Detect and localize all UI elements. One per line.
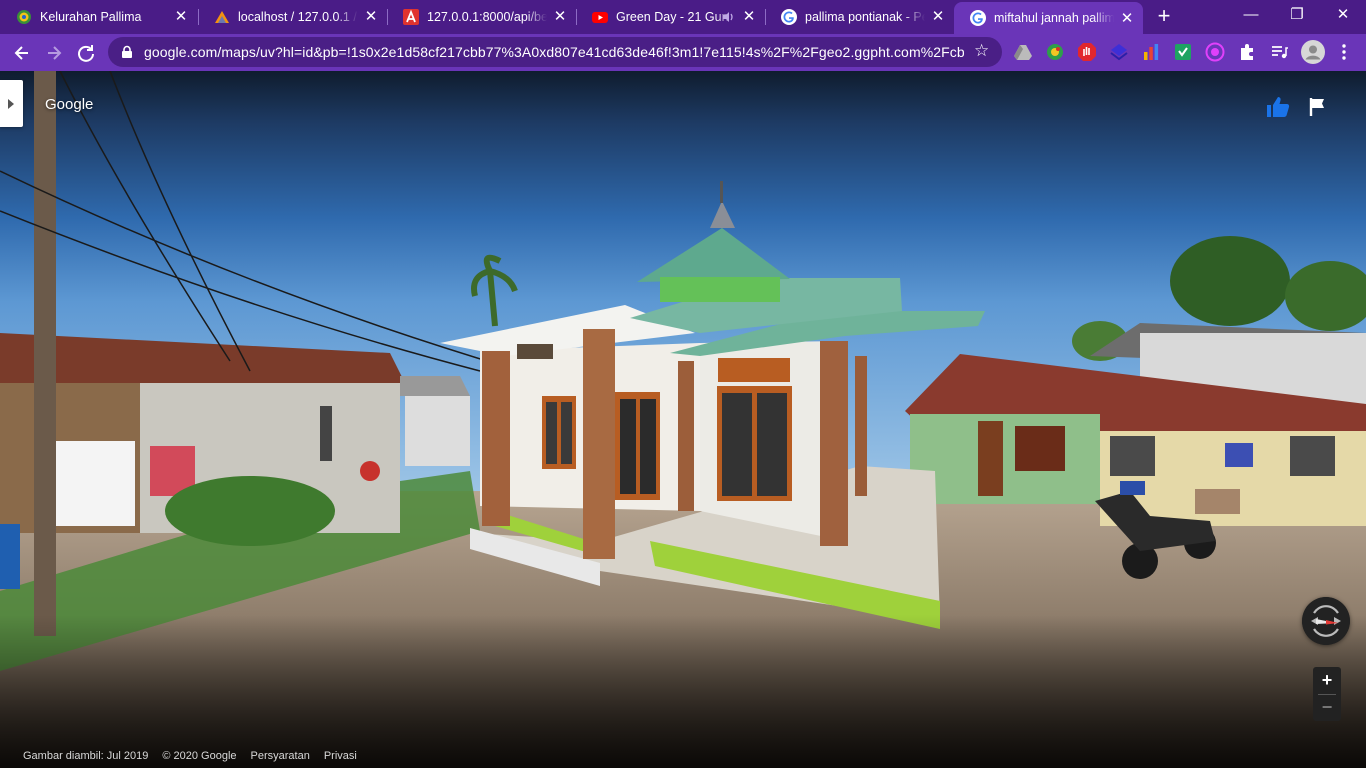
capture-date-text: Gambar diambil: Jul 2019 [23,749,149,762]
lock-icon[interactable] [120,45,134,59]
street-view-panorama[interactable]: Google + − Gambar diambil: Jul 2019 © 20… [0,71,1366,768]
google-favicon-icon [781,9,797,25]
zoom-divider [1318,694,1336,695]
google-drive-extension-icon[interactable] [1013,42,1033,62]
kelurahan-favicon-icon [17,10,31,24]
new-tab-button[interactable]: + [1152,5,1176,29]
tab-close-icon[interactable]: ✕ [930,9,946,25]
stack-extension-icon[interactable] [1109,42,1129,62]
profile-avatar[interactable] [1301,40,1325,64]
globe-extension-icon[interactable] [1045,42,1065,62]
report-flag-icon[interactable] [1308,97,1328,117]
vignette [0,71,1366,768]
attribution-bar: Gambar diambil: Jul 2019 © 2020 Google P… [0,743,1366,768]
reload-button[interactable] [72,39,100,67]
youtube-favicon-icon [592,12,608,23]
tab-title: pallima pontianak - Pen [805,10,925,24]
tab-title: Green Day - 21 Gun [616,10,729,24]
zoom-controls: + − [1313,667,1341,721]
tab-close-icon[interactable]: ✕ [552,9,568,25]
adblock-extension-icon[interactable] [1077,42,1097,62]
phpmyadmin-favicon-icon [215,11,229,23]
zoom-out-button[interactable]: − [1313,694,1341,721]
tab-api-berita[interactable]: 127.0.0.1:8000/api/berit ✕ [387,0,576,34]
tab-kelurahan-pallima[interactable]: Kelurahan Pallima ✕ [0,0,197,34]
tab-google-pallima-pontianak[interactable]: pallima pontianak - Pen ✕ [765,0,954,34]
google-logo: Google [45,96,94,113]
api-favicon-icon [403,9,419,25]
vpn-extension-icon[interactable] [1205,42,1225,62]
forward-button[interactable] [40,39,68,67]
sheets-extension-icon[interactable] [1173,42,1193,62]
zoom-in-button[interactable]: + [1313,667,1341,694]
terms-link[interactable]: Persyaratan [251,750,310,762]
close-window-button[interactable]: ✕ [1320,0,1366,30]
tab-close-icon[interactable]: ✕ [173,9,189,25]
tab-close-icon[interactable]: ✕ [741,9,757,25]
restore-window-button[interactable]: ❐ [1274,0,1320,30]
analytics-extension-icon[interactable] [1141,42,1161,62]
tab-youtube-green-day[interactable]: Green Day - 21 Gun ✕ [576,0,765,34]
tab-close-icon[interactable]: ✕ [363,9,379,25]
audio-playing-icon[interactable] [721,10,735,24]
back-button[interactable] [8,39,36,67]
thumbs-up-icon[interactable] [1265,95,1291,119]
bookmark-star-icon[interactable]: ☆ [974,42,992,60]
browser-menu-icon[interactable] [1334,42,1354,62]
tab-title: localhost / 127.0.0.1 / k [238,10,358,24]
tab-close-icon[interactable]: ✕ [1119,11,1135,27]
media-control-icon[interactable] [1269,42,1289,62]
tab-title: 127.0.0.1:8000/api/berit [427,10,547,24]
privacy-link[interactable]: Privasi [324,750,357,762]
expand-panel-button[interactable] [0,80,23,127]
street-view-image[interactable] [0,71,1366,768]
address-bar[interactable]: google.com/maps/uv?hl=id&pb=!1s0x2e1d58c… [108,37,1002,67]
browser-toolbar: google.com/maps/uv?hl=id&pb=!1s0x2e1d58c… [0,34,1366,71]
url-text[interactable]: google.com/maps/uv?hl=id&pb=!1s0x2e1d58c… [144,44,964,60]
tab-title: Kelurahan Pallima [40,10,142,24]
google-favicon-icon [970,10,986,26]
tab-strip: Kelurahan Pallima ✕ localhost / 127.0.0.… [0,0,1366,34]
copyright-text: © 2020 Google [162,749,237,762]
tab-google-miftahul-jannah[interactable]: miftahul jannah pallima ✕ [954,2,1143,34]
minimize-window-button[interactable]: — [1228,0,1274,30]
tab-phpmyadmin[interactable]: localhost / 127.0.0.1 / k ✕ [198,0,387,34]
tab-title: miftahul jannah pallima [994,11,1114,25]
extensions-puzzle-icon[interactable] [1237,42,1257,62]
compass-icon[interactable] [1302,597,1350,645]
